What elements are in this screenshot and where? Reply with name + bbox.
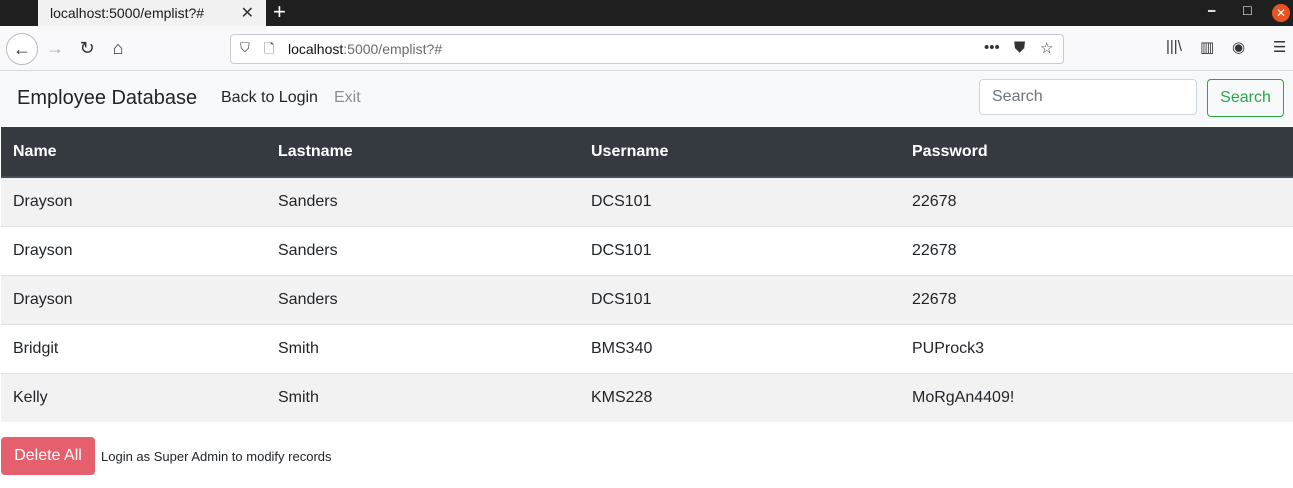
cell-name: Kelly xyxy=(1,373,266,422)
cell-password: MoRgAn4409! xyxy=(900,373,1293,422)
exit-link[interactable]: Exit xyxy=(334,89,361,107)
close-tab-icon[interactable]: ✕ xyxy=(241,3,254,23)
cell-username: DCS101 xyxy=(579,176,900,227)
browser-titlebar: localhost:5000/emplist?# ✕ + ━ ☐ ✕ xyxy=(0,0,1293,26)
back-to-login-link[interactable]: Back to Login xyxy=(221,89,318,107)
pocket-icon[interactable]: ⛊ xyxy=(1014,39,1025,56)
table-row: Drayson Sanders DCS101 22678 xyxy=(1,275,1293,325)
cell-password: 22678 xyxy=(900,275,1293,325)
window-close-icon[interactable]: ✕ xyxy=(1272,4,1290,22)
sidebar-icon[interactable]: ▥ xyxy=(1200,38,1214,56)
maximize-icon[interactable]: ☐ xyxy=(1242,4,1258,20)
search-input[interactable] xyxy=(979,79,1197,115)
cell-password: 22678 xyxy=(900,176,1293,227)
table-row: Kelly Smith KMS228 MoRgAn4409! xyxy=(1,373,1293,422)
page-icon[interactable]: 🗋 xyxy=(264,40,274,62)
reload-icon[interactable]: ↻ xyxy=(73,34,101,62)
cell-name: Drayson xyxy=(1,226,266,276)
column-header-username: Username xyxy=(579,127,900,178)
cell-password: PUProck3 xyxy=(900,324,1293,374)
cell-username: DCS101 xyxy=(579,275,900,325)
column-header-name: Name xyxy=(1,127,266,178)
cell-lastname: Sanders xyxy=(266,275,579,325)
delete-all-button[interactable]: Delete All xyxy=(1,437,95,475)
menu-icon[interactable]: ☰ xyxy=(1273,38,1286,56)
cell-lastname: Smith xyxy=(266,324,579,374)
table-header-row: Name Lastname Username Password xyxy=(1,127,1293,178)
cell-lastname: Smith xyxy=(266,373,579,422)
library-icon[interactable]: |||\ xyxy=(1166,38,1182,55)
page-actions-icon[interactable]: ••• xyxy=(984,39,1000,56)
tab-title: localhost:5000/emplist?# xyxy=(50,5,205,21)
table-row: Drayson Sanders DCS101 22678 xyxy=(1,226,1293,276)
brand-title[interactable]: Employee Database xyxy=(17,87,197,110)
cell-username: DCS101 xyxy=(579,226,900,276)
cell-lastname: Sanders xyxy=(266,226,579,276)
cell-username: BMS340 xyxy=(579,324,900,374)
cell-name: Drayson xyxy=(1,275,266,325)
cell-lastname: Sanders xyxy=(266,176,579,227)
new-tab-icon[interactable]: + xyxy=(273,0,286,25)
minimize-icon[interactable]: ━ xyxy=(1208,4,1224,20)
browser-tab[interactable]: localhost:5000/emplist?# ✕ xyxy=(38,0,266,26)
bookmark-star-icon[interactable]: ☆ xyxy=(1040,39,1053,57)
cell-name: Bridgit xyxy=(1,324,266,374)
home-icon[interactable]: ⌂ xyxy=(104,34,132,62)
app-navbar: Employee Database Back to Login Exit Sea… xyxy=(0,71,1293,126)
column-header-lastname: Lastname xyxy=(266,127,579,178)
url-bar[interactable]: ⛉ 🗋 localhost:5000/emplist?# ••• ⛊ ☆ xyxy=(230,34,1064,64)
table-row: Drayson Sanders DCS101 22678 xyxy=(1,176,1293,227)
permission-note: Login as Super Admin to modify records xyxy=(101,449,332,464)
url-text[interactable]: localhost:5000/emplist?# xyxy=(288,41,442,57)
cell-name: Drayson xyxy=(1,176,266,227)
table-row: Bridgit Smith BMS340 PUProck3 xyxy=(1,324,1293,374)
account-icon[interactable]: ◉ xyxy=(1232,38,1245,56)
shield-icon[interactable]: ⛉ xyxy=(240,40,250,56)
forward-arrow-icon[interactable]: → xyxy=(41,34,69,62)
cell-username: KMS228 xyxy=(579,373,900,422)
column-header-password: Password xyxy=(900,127,1293,178)
employee-table: Name Lastname Username Password Drayson … xyxy=(1,127,1293,422)
search-button[interactable]: Search xyxy=(1207,79,1284,117)
back-arrow-icon[interactable]: ← xyxy=(6,33,38,65)
cell-password: 22678 xyxy=(900,226,1293,276)
browser-toolbar: ← → ↻ ⌂ ⛉ 🗋 localhost:5000/emplist?# •••… xyxy=(0,26,1293,71)
